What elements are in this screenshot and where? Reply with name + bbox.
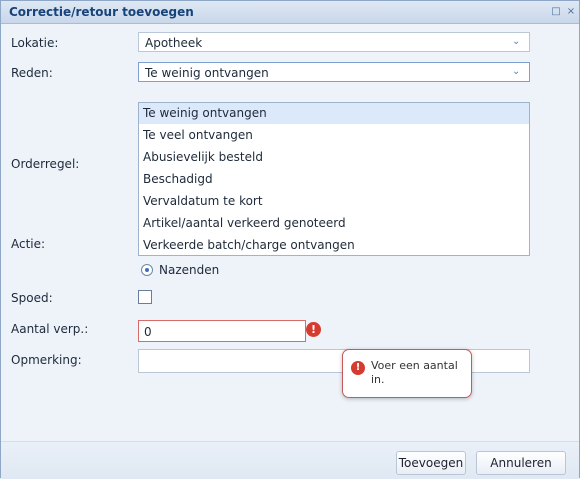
error-icon: ! bbox=[351, 361, 365, 375]
dropdown-option[interactable]: Vervaldatum te kort bbox=[139, 191, 529, 212]
reden-select[interactable]: Te weinig ontvangen ⌄ bbox=[138, 62, 530, 82]
dropdown-option[interactable]: Te veel ontvangen bbox=[139, 125, 529, 146]
reden-dropdown[interactable]: Te weinig ontvangen Te veel ontvangen Ab… bbox=[138, 102, 530, 256]
actie-label: Actie: bbox=[11, 237, 46, 251]
lokatie-label: Lokatie: bbox=[11, 36, 59, 50]
aantal-input[interactable]: 0 bbox=[138, 320, 306, 342]
opmerking-label: Opmerking: bbox=[11, 353, 82, 367]
add-button[interactable]: Toevoegen bbox=[396, 451, 466, 475]
actie-radio-row[interactable]: Nazenden bbox=[138, 259, 530, 283]
chevron-down-icon[interactable]: ⌄ bbox=[512, 35, 524, 49]
error-icon: ! bbox=[306, 322, 321, 337]
reden-label: Reden: bbox=[11, 66, 53, 80]
dropdown-option[interactable]: Beschadigd bbox=[139, 169, 529, 190]
dialog-title: Correctie/retour toevoegen bbox=[9, 5, 194, 19]
lokatie-value: Apotheek bbox=[145, 36, 203, 50]
dialog-titlebar: Correctie/retour toevoegen □ × bbox=[1, 1, 579, 24]
dropdown-option[interactable]: Artikel/aantal verkeerd genoteerd bbox=[139, 213, 529, 234]
spoed-label: Spoed: bbox=[11, 291, 53, 305]
lokatie-select[interactable]: Apotheek ⌄ bbox=[138, 32, 530, 52]
aantal-label: Aantal verp.: bbox=[11, 322, 89, 336]
radio-button[interactable] bbox=[141, 264, 153, 276]
aantal-value: 0 bbox=[144, 325, 152, 339]
dropdown-option[interactable]: Abusievelijk besteld bbox=[139, 147, 529, 168]
dropdown-option[interactable]: Te weinig ontvangen bbox=[139, 103, 529, 124]
tooltip-text: Voer een aantal in. bbox=[371, 359, 458, 386]
actie-option-label: Nazenden bbox=[159, 263, 220, 277]
orderregel-label: Orderregel: bbox=[11, 157, 80, 171]
chevron-down-icon[interactable]: ⌄ bbox=[512, 65, 524, 79]
close-icon[interactable]: × bbox=[564, 5, 578, 18]
dropdown-option[interactable]: Verkeerde batch/charge ontvangen bbox=[139, 235, 529, 256]
validation-tooltip: ! Voer een aantal in. bbox=[342, 349, 472, 398]
reden-value: Te weinig ontvangen bbox=[145, 66, 269, 80]
spoed-checkbox[interactable] bbox=[138, 290, 152, 304]
restore-icon[interactable]: □ bbox=[549, 5, 563, 18]
dialog-window: Correctie/retour toevoegen □ × Lokatie: … bbox=[0, 0, 580, 479]
cancel-button[interactable]: Annuleren bbox=[476, 451, 566, 475]
